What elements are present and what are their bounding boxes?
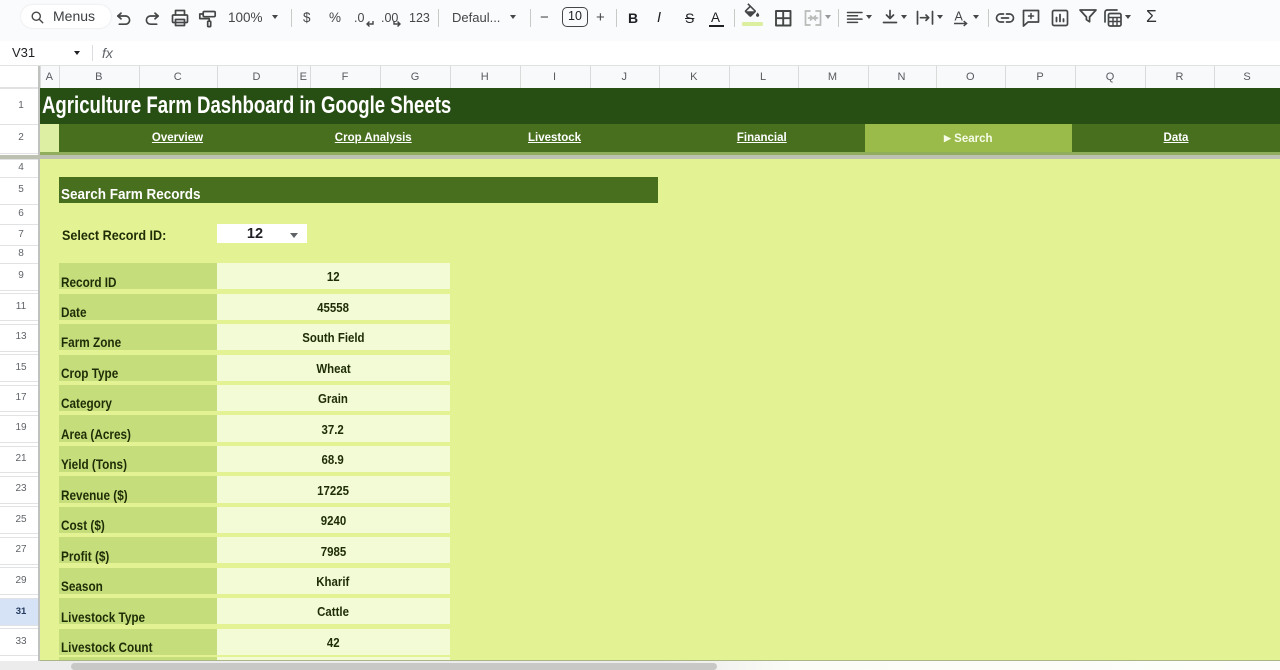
svg-text:A: A [955,10,964,24]
